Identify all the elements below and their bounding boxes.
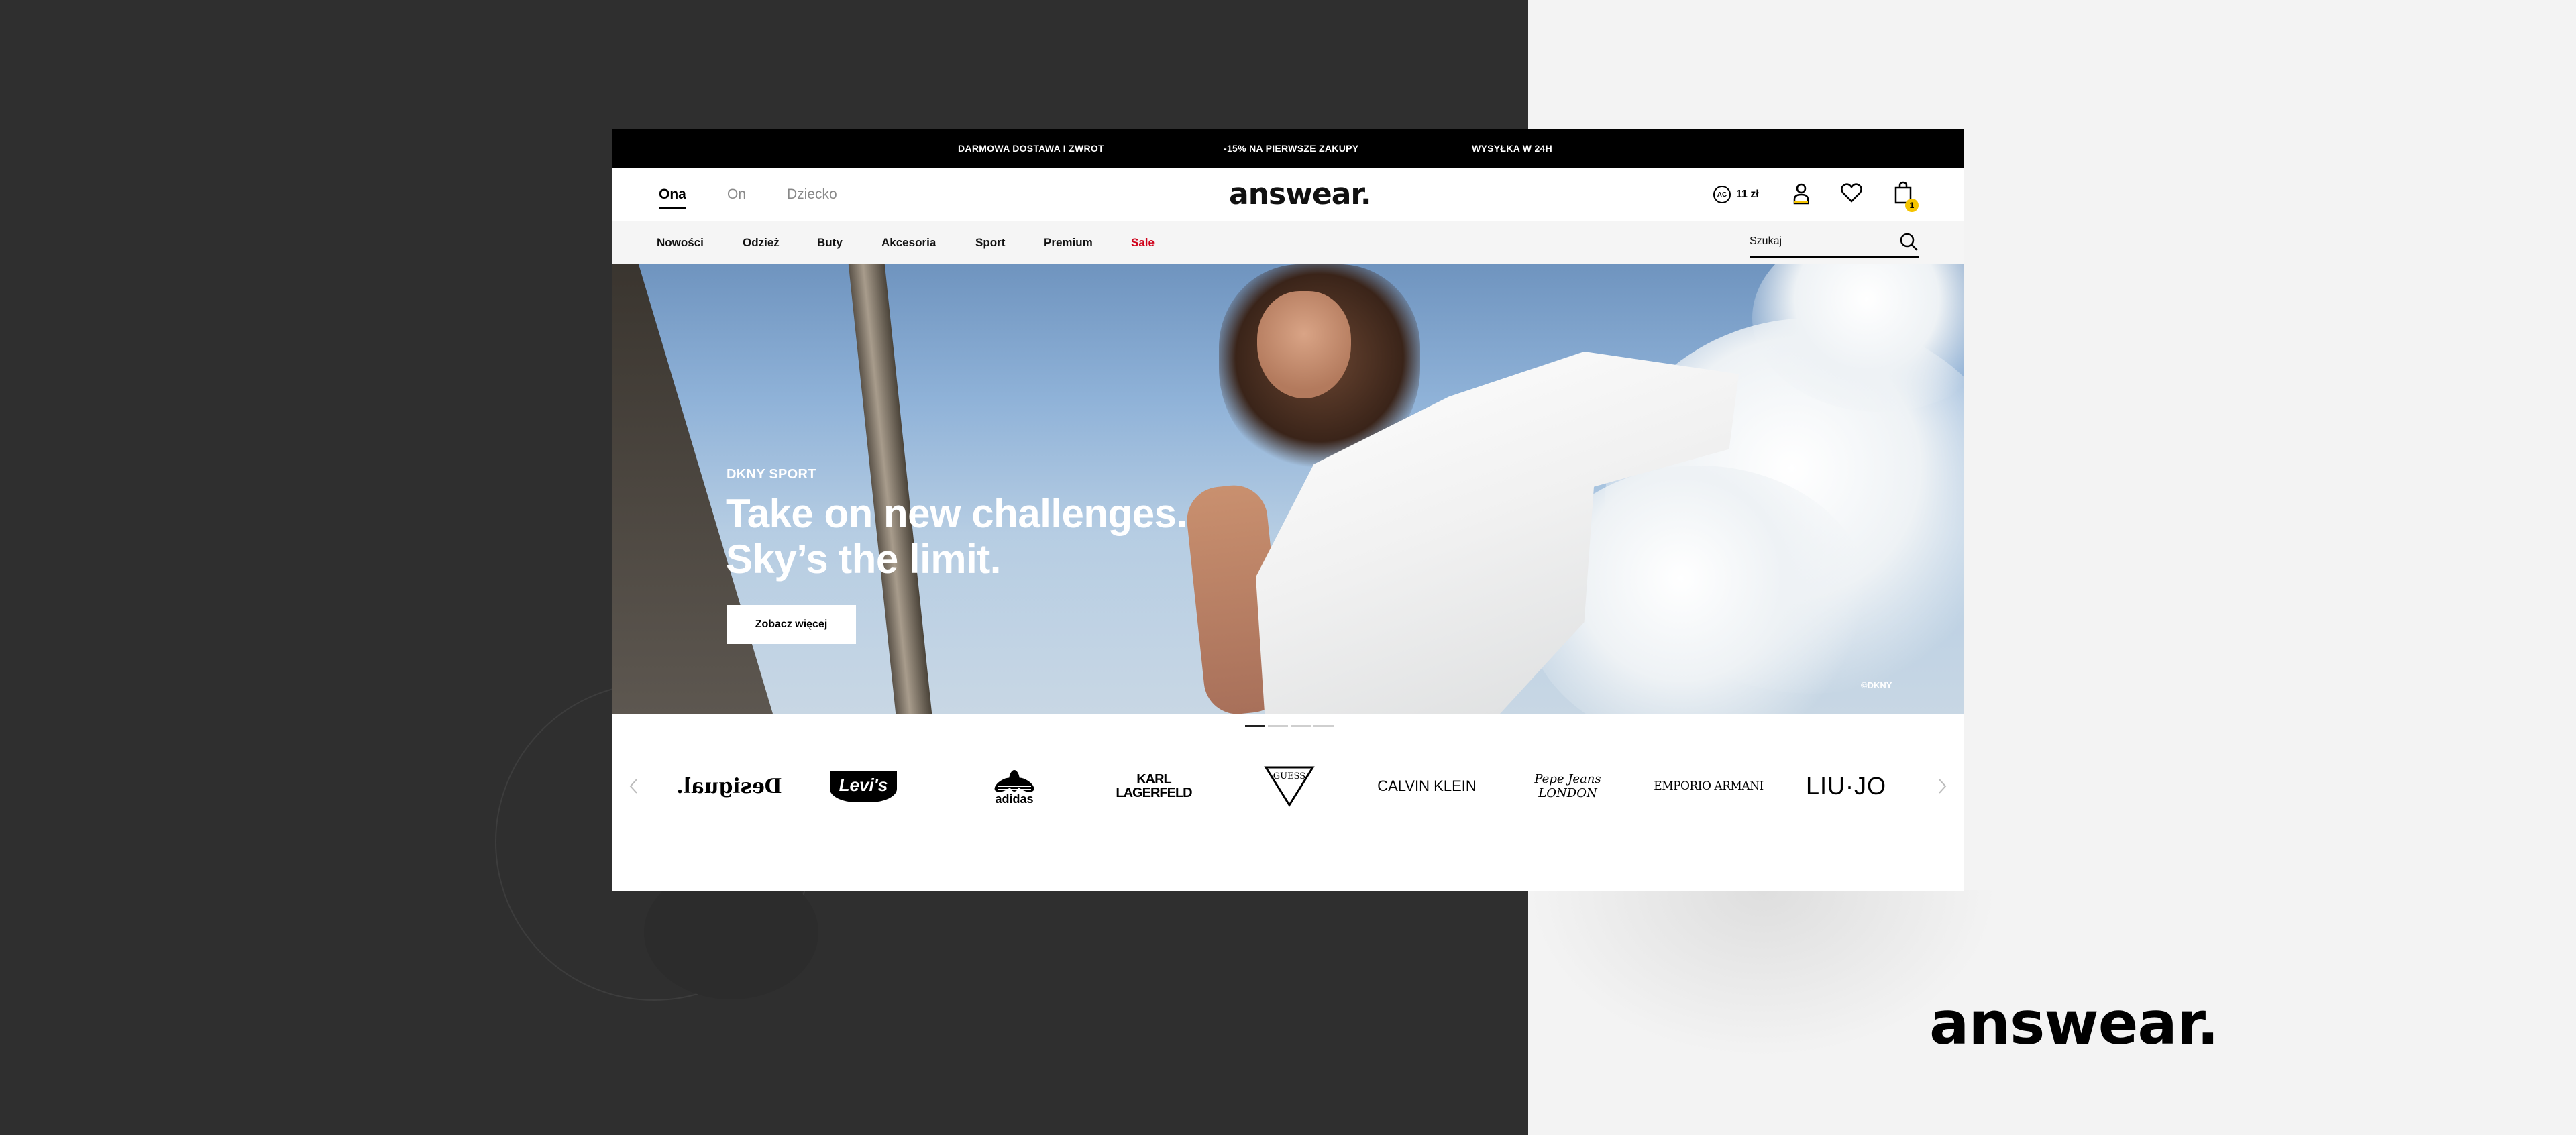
nav-odziez[interactable]: Odzież	[743, 221, 780, 264]
brand-adidas[interactable]: adidas	[974, 765, 1055, 808]
nav-premium[interactable]: Premium	[1044, 221, 1093, 264]
see-more-button[interactable]: Zobacz więcej	[727, 605, 856, 644]
guess-triangle-icon: GUESS	[1264, 766, 1315, 807]
brand-calvin-klein[interactable]: CALVIN KLEIN	[1377, 765, 1477, 808]
carousel-dot-4[interactable]	[1313, 725, 1334, 727]
hero-title-line1: Take on new challenges.	[726, 491, 1187, 536]
search-icon[interactable]	[1898, 231, 1919, 255]
site-logo[interactable]: answear.	[1229, 177, 1372, 211]
brand-pepe-jeans[interactable]: Pepe Jeans LONDON	[1517, 765, 1618, 808]
background-shadow	[1528, 890, 1998, 1058]
brand-emporio-armani[interactable]: EMPORIO ARMANI	[1652, 765, 1766, 808]
showcase-logo: answear.	[1929, 989, 2219, 1058]
nav-akcesoria[interactable]: Akcesoria	[881, 221, 936, 264]
brand-carousel: Desigual. Levi's adidas KARL LAGERFELD G…	[612, 746, 1964, 826]
brand-levis[interactable]: Levi's	[826, 765, 900, 808]
tab-dziecko[interactable]: Dziecko	[787, 168, 837, 221]
promo-first-purchase: -15% NA PIERWSZE ZAKUPY	[1224, 143, 1359, 154]
carousel-dot-1[interactable]	[1245, 725, 1265, 727]
promo-shipping: WYSYŁKA W 24H	[1472, 143, 1553, 154]
header: Ona On Dziecko answear. AC 11 zł 1	[612, 168, 1964, 221]
brand-liu-jo[interactable]: LIU·JO	[1799, 765, 1893, 808]
hero-brand: DKNY SPORT	[727, 467, 816, 482]
hero-model-face	[1257, 291, 1351, 398]
chevron-right-icon[interactable]	[1932, 776, 1952, 796]
nav-nowosci[interactable]: Nowości	[657, 221, 704, 264]
tab-on[interactable]: On	[727, 168, 746, 221]
nav-sport[interactable]: Sport	[975, 221, 1005, 264]
tab-ona[interactable]: Ona	[659, 168, 686, 221]
chevron-left-icon[interactable]	[624, 776, 644, 796]
hero-credit: ©DKNY	[1861, 680, 1892, 690]
carousel-dot-2[interactable]	[1268, 725, 1288, 727]
guess-logo-text: GUESS	[1273, 771, 1305, 781]
wallet[interactable]: AC 11 zł	[1713, 184, 1759, 205]
hero-title-line2: Sky’s the limit.	[726, 537, 1001, 582]
brand-karl-lagerfeld[interactable]: KARL LAGERFELD	[1114, 765, 1194, 808]
promo-free-delivery: DARMOWA DOSTAWA I ZWROT	[958, 143, 1104, 154]
wallet-amount: 11 zł	[1736, 188, 1759, 200]
hero-pillar	[848, 264, 932, 714]
heart-icon[interactable]	[1840, 181, 1863, 207]
user-icon[interactable]	[1791, 181, 1811, 209]
hero-building	[612, 264, 773, 714]
hero-banner[interactable]: DKNY SPORT Take on new challenges. Sky’s…	[612, 264, 1964, 714]
search-box	[1750, 228, 1919, 258]
website-frame: DARMOWA DOSTAWA I ZWROT -15% NA PIERWSZE…	[612, 129, 1964, 891]
brand-desigual[interactable]: Desigual.	[672, 765, 786, 808]
brand-guess[interactable]: GUESS	[1256, 765, 1323, 808]
wallet-badge: AC	[1713, 186, 1731, 203]
nav-buty[interactable]: Buty	[817, 221, 843, 264]
nav-sale[interactable]: Sale	[1131, 221, 1155, 264]
hero-title: Take on new challenges. Sky’s the limit.	[726, 491, 1187, 582]
adidas-trefoil-icon	[994, 770, 1034, 792]
search-input[interactable]	[1750, 232, 1884, 251]
carousel-dots	[1245, 725, 1334, 727]
cart-count-badge: 1	[1905, 199, 1919, 212]
promo-bar: DARMOWA DOSTAWA I ZWROT -15% NA PIERWSZE…	[612, 129, 1964, 168]
category-nav: Nowości Odzież Buty Akcesoria Sport Prem…	[612, 221, 1964, 264]
carousel-dot-3[interactable]	[1291, 725, 1311, 727]
